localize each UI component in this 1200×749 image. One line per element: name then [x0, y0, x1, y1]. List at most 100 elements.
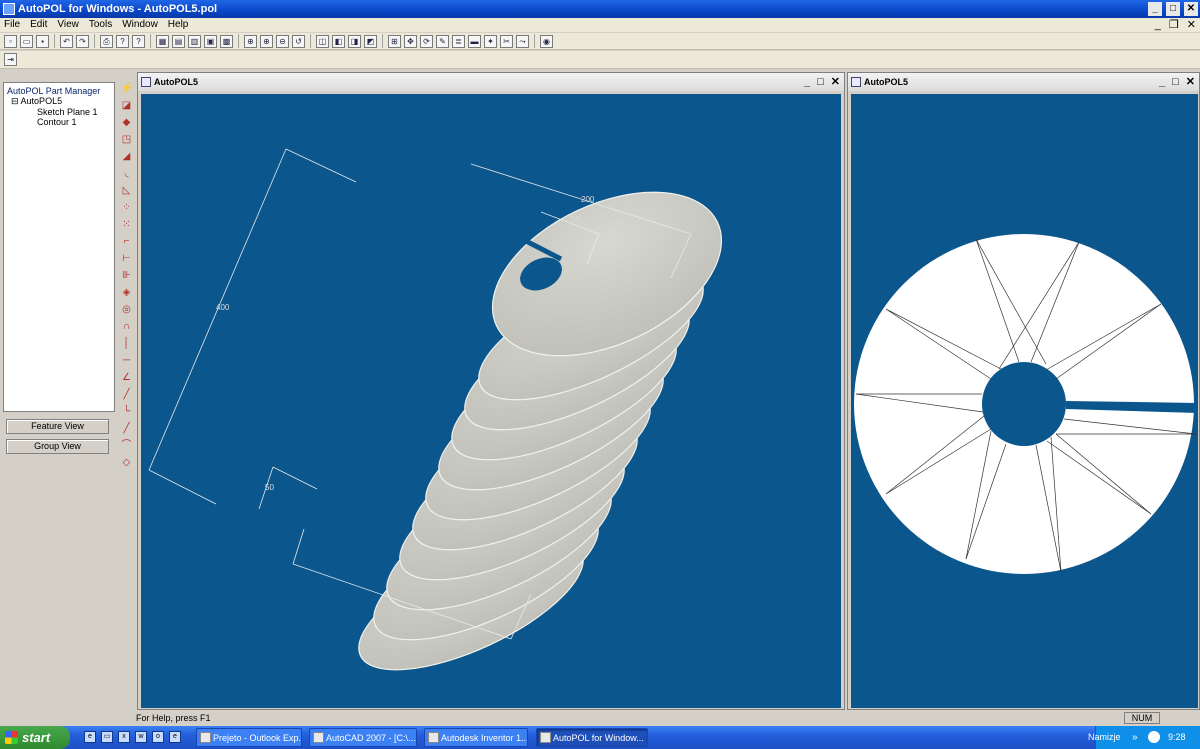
view-front-icon[interactable]: ◧	[332, 34, 345, 48]
mdi-minimize-button[interactable]: _	[1155, 18, 1161, 32]
mdi-close-button[interactable]: ✕	[1187, 18, 1196, 32]
tool-h-icon[interactable]: ✂	[500, 34, 513, 48]
view-maximize-button[interactable]: □	[1172, 73, 1179, 91]
dim-label-50-top: 50	[571, 215, 580, 224]
feature-magnet-icon[interactable]: ∩	[121, 320, 133, 333]
task-autopol[interactable]: AutoPOL for Window...	[536, 728, 648, 747]
feature-lightning-icon[interactable]: ⚡	[121, 82, 133, 95]
folder-icon[interactable]: ▭	[101, 731, 113, 743]
export-icon[interactable]: ⇥	[4, 53, 17, 66]
sketch-hline-icon[interactable]: ─	[121, 354, 133, 367]
feature-dimension-icon[interactable]: ⊢	[121, 252, 133, 265]
view-top-icon[interactable]: ◨	[348, 34, 361, 48]
tray-icon[interactable]	[1148, 731, 1160, 743]
browser-icon[interactable]: e	[169, 731, 181, 743]
undo-icon[interactable]: ↶	[60, 34, 73, 48]
feature-sweep-icon[interactable]: ◳	[121, 133, 133, 146]
word-icon[interactable]: w	[135, 731, 147, 743]
tool-a-icon[interactable]: ▦	[156, 34, 169, 48]
tree-item-sketch-plane[interactable]: Sketch Plane 1	[7, 107, 111, 117]
zoom-window-icon[interactable]: ⊕	[244, 34, 257, 48]
redo-icon[interactable]: ↷	[76, 34, 89, 48]
feature-chamfer-icon[interactable]: ◺	[121, 184, 133, 197]
start-button[interactable]: start	[0, 726, 70, 749]
zoom-in-icon[interactable]: ⊕	[260, 34, 273, 48]
context-help-icon[interactable]: ?	[132, 34, 145, 48]
feature-revolve-icon[interactable]: ◆	[121, 116, 133, 129]
rotate-icon[interactable]: ⟳	[420, 34, 433, 48]
tool-c-icon[interactable]: ▥	[188, 34, 201, 48]
task-outlook[interactable]: Prejeto - Outlook Exp...	[196, 728, 302, 747]
sketch-line-icon[interactable]: ╱	[121, 422, 133, 435]
sketch-angle-icon[interactable]: ∠	[121, 371, 133, 384]
outlook-icon[interactable]: o	[152, 731, 164, 743]
measure-icon[interactable]: ▬	[468, 34, 481, 48]
part-manager-header[interactable]: AutoPOL Part Manager	[7, 86, 111, 96]
feature-extrude-icon[interactable]: ◪	[121, 99, 133, 112]
menu-edit[interactable]: Edit	[30, 18, 47, 32]
view-window-top: AutoPOL5 _ □ ✕	[847, 72, 1200, 710]
tool-d-icon[interactable]: ▣	[204, 34, 217, 48]
viewport-top[interactable]	[851, 94, 1198, 708]
zoom-previous-icon[interactable]: ↺	[292, 34, 305, 48]
feature-loft-icon[interactable]: ◢	[121, 150, 133, 163]
save-icon[interactable]: ▪	[36, 34, 49, 48]
feature-body-icon[interactable]: ◈	[121, 286, 133, 299]
desktop-toolbar-label[interactable]: Namizje	[1088, 726, 1121, 749]
tree-root[interactable]: ⊟ AutoPOL5	[7, 96, 111, 107]
zoom-out-icon[interactable]: ⊖	[276, 34, 289, 48]
pencil-icon[interactable]: ✎	[436, 34, 449, 48]
tool-i-icon[interactable]: ⤳	[516, 34, 529, 48]
pan-icon[interactable]: ✥	[404, 34, 417, 48]
open-icon[interactable]: ▭	[20, 34, 33, 48]
feature-view-button[interactable]: Feature View	[6, 419, 109, 434]
tool-e-icon[interactable]: ▩	[220, 34, 233, 48]
sketch-corner-icon[interactable]: └	[121, 405, 133, 418]
view-iso-icon[interactable]: ◫	[316, 34, 329, 48]
mdi-restore-button[interactable]: ❐	[1169, 18, 1179, 32]
print-icon[interactable]: ⎙	[100, 34, 113, 48]
group-view-button[interactable]: Group View	[6, 439, 109, 454]
feature-thread-icon[interactable]: ⊪	[121, 269, 133, 282]
properties-icon[interactable]: ≣	[452, 34, 465, 48]
menu-help[interactable]: Help	[168, 18, 189, 32]
quick-launch: e ▭ x w o e	[84, 731, 181, 743]
close-button[interactable]: ✕	[1184, 2, 1198, 16]
maximize-button[interactable]: □	[1166, 2, 1180, 16]
task-inventor[interactable]: Autodesk Inventor 1...	[424, 728, 528, 747]
view-side-icon[interactable]: ◩	[364, 34, 377, 48]
part-manager-tree: AutoPOL Part Manager ⊟ AutoPOL5 Sketch P…	[3, 82, 115, 412]
feature-shell-icon[interactable]: ⌐	[121, 235, 133, 248]
feature-spring-icon[interactable]: ◎	[121, 303, 133, 316]
menu-view[interactable]: View	[57, 18, 79, 32]
menu-tools[interactable]: Tools	[89, 18, 112, 32]
sketch-arc-icon[interactable]: ⌒	[121, 439, 133, 452]
task-autocad[interactable]: AutoCAD 2007 - [C:\...	[309, 728, 417, 747]
view-maximize-button[interactable]: □	[817, 73, 824, 91]
task-label: Autodesk Inventor 1...	[441, 733, 528, 743]
feature-circular-pattern-icon[interactable]: ⁙	[121, 218, 133, 231]
tool-f-icon[interactable]: ⊞	[388, 34, 401, 48]
sketch-diagonal-icon[interactable]: ╱	[121, 388, 133, 401]
viewport-3d[interactable]: 200 50 400 50	[141, 94, 841, 708]
new-icon[interactable]: ▫	[4, 34, 17, 48]
view-close-button[interactable]: ✕	[831, 73, 840, 91]
eraser-icon[interactable]: ◇	[121, 456, 133, 469]
tool-g-icon[interactable]: ✦	[484, 34, 497, 48]
sketch-vline-icon[interactable]: │	[121, 337, 133, 350]
tool-b-icon[interactable]: ▤	[172, 34, 185, 48]
ie-icon[interactable]: e	[84, 731, 96, 743]
feature-pattern-icon[interactable]: ⁘	[121, 201, 133, 214]
feature-fillet-icon[interactable]: ◟	[121, 167, 133, 180]
excel-icon[interactable]: x	[118, 731, 130, 743]
menu-window[interactable]: Window	[122, 18, 158, 32]
view-close-button[interactable]: ✕	[1186, 73, 1195, 91]
expand-chevron-icon[interactable]: »	[1132, 726, 1138, 749]
view-minimize-button[interactable]: _	[1159, 73, 1165, 91]
view-minimize-button[interactable]: _	[804, 73, 810, 91]
minimize-button[interactable]: _	[1148, 2, 1162, 16]
help-icon[interactable]: ?	[116, 34, 129, 48]
render-options-icon[interactable]: ◉	[540, 34, 553, 48]
tree-item-contour[interactable]: Contour 1	[7, 117, 111, 127]
menu-file[interactable]: File	[4, 18, 20, 32]
